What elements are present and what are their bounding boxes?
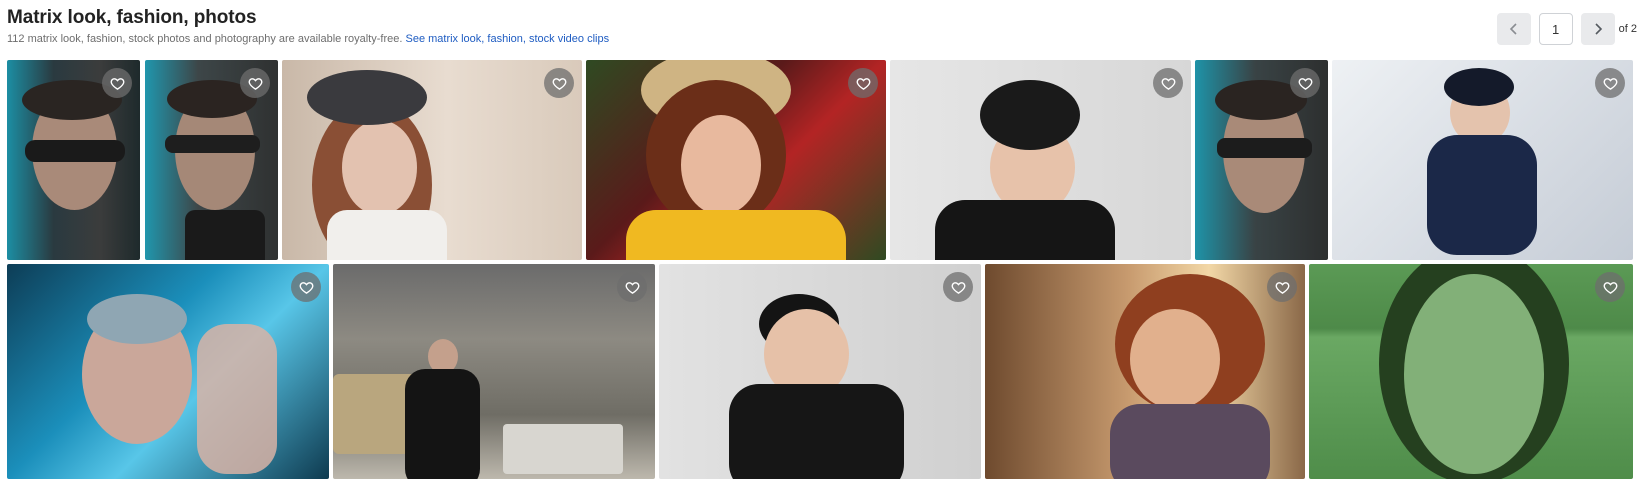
- heart-outline-icon: [552, 77, 566, 90]
- chevron-left-icon: [1509, 23, 1517, 35]
- heart-outline-icon: [248, 77, 262, 90]
- heart-outline-icon: [110, 77, 124, 90]
- photo-man-leather-jacket-town[interactable]: [333, 264, 655, 479]
- heart-outline-icon: [625, 281, 639, 294]
- heart-outline-icon: [299, 281, 313, 294]
- heart-outline-icon: [1161, 77, 1175, 90]
- photo-woman-straw-hat-red-glasses[interactable]: [586, 60, 886, 260]
- photo-woman-leather-beret[interactable]: [282, 60, 582, 260]
- heart-outline-icon: [1603, 77, 1617, 90]
- photo-woman-shaved-head-blue-neon[interactable]: [7, 264, 329, 479]
- favorite-button[interactable]: [1290, 68, 1320, 98]
- favorite-button[interactable]: [102, 68, 132, 98]
- heart-outline-icon: [1275, 281, 1289, 294]
- favorite-button[interactable]: [617, 272, 647, 302]
- favorite-button[interactable]: [1595, 68, 1625, 98]
- chevron-right-icon: [1595, 23, 1602, 35]
- heart-outline-icon: [1298, 77, 1312, 90]
- pagination: 1 of 2: [1496, 13, 1637, 45]
- photo-boy-navy-jacket[interactable]: [1332, 60, 1633, 260]
- search-header: Matrix look, fashion, photos 112 matrix …: [7, 7, 609, 46]
- page-number-input[interactable]: 1: [1538, 13, 1573, 45]
- next-page-button[interactable]: [1580, 13, 1615, 45]
- favorite-button[interactable]: [1595, 272, 1625, 302]
- heart-outline-icon: [1603, 281, 1617, 294]
- heart-outline-icon: [856, 77, 870, 90]
- favorite-button[interactable]: [943, 272, 973, 302]
- result-summary: 112 matrix look, fashion, stock photos a…: [7, 32, 609, 46]
- result-count-text: 112 matrix look, fashion, stock photos a…: [7, 33, 403, 45]
- favorite-button[interactable]: [544, 68, 574, 98]
- favorite-button[interactable]: [291, 272, 321, 302]
- prev-page-button[interactable]: [1496, 13, 1531, 45]
- photo-woman-green-tint[interactable]: [1309, 264, 1633, 479]
- video-clips-link[interactable]: See matrix look, fashion, stock video cl…: [405, 33, 609, 45]
- photo-woman-curly-hair-sunset[interactable]: [985, 264, 1305, 479]
- photo-boy-beanie-sunglasses[interactable]: [890, 60, 1191, 260]
- heart-outline-icon: [951, 281, 965, 294]
- page-title: Matrix look, fashion, photos: [7, 7, 257, 28]
- favorite-button[interactable]: [848, 68, 878, 98]
- favorite-button[interactable]: [1153, 68, 1183, 98]
- photo-boy-beanie-looking-up[interactable]: [659, 264, 981, 479]
- photo-man-sunglasses-teal-1[interactable]: [7, 60, 140, 260]
- photo-man-sunglasses-teal-3[interactable]: [1195, 60, 1328, 260]
- page-total: of 2: [1618, 23, 1637, 35]
- photo-man-sunglasses-teal-2[interactable]: [145, 60, 278, 260]
- favorite-button[interactable]: [240, 68, 270, 98]
- favorite-button[interactable]: [1267, 272, 1297, 302]
